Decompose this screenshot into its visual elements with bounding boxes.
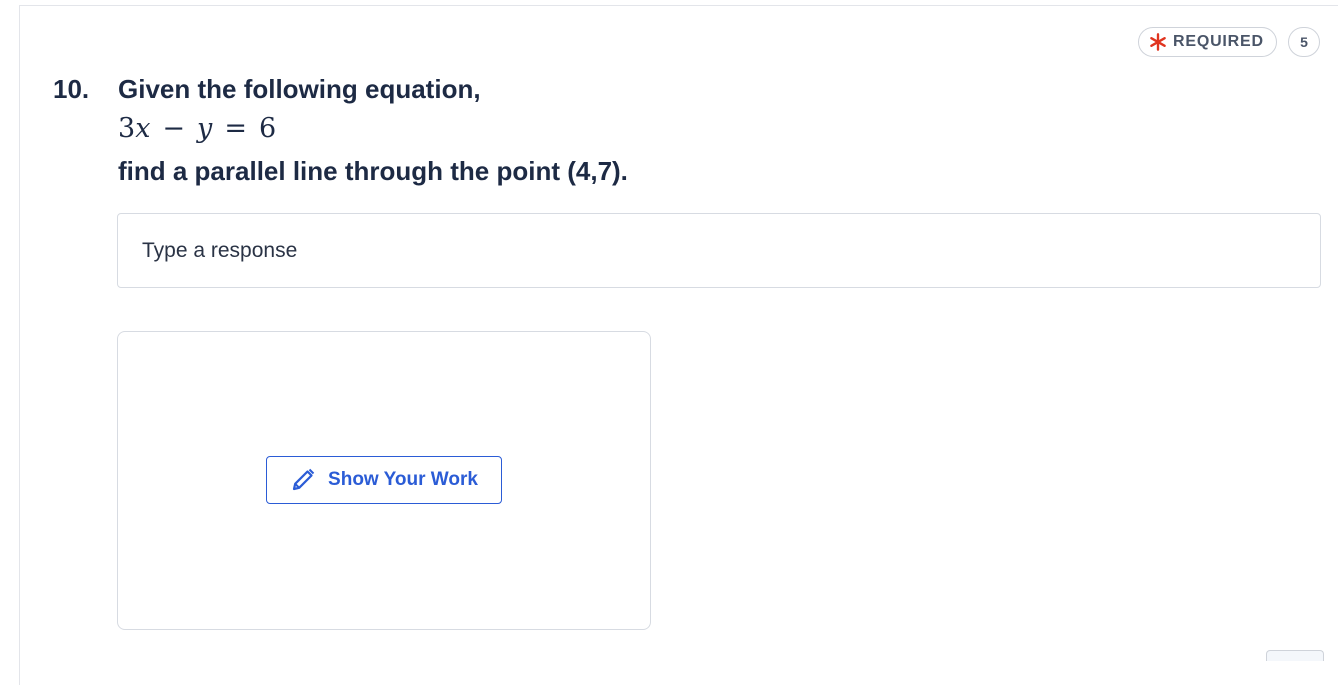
question-instruction: find a parallel line through the point (… [118,156,628,186]
equation-equals: = [224,113,247,144]
equation-variable-x: x [135,113,151,144]
points-badge: 5 [1288,27,1320,57]
required-label: REQUIRED [1173,33,1264,50]
question-number: 10. [53,74,90,104]
show-work-area: Show Your Work [117,331,651,630]
equation-rhs: 6 [258,113,277,144]
pencil-icon [292,468,315,491]
show-your-work-label: Show Your Work [328,469,478,490]
response-field[interactable] [117,213,1321,288]
required-badge: REQUIRED [1138,27,1277,57]
asterisk-icon [1150,33,1166,51]
show-your-work-button[interactable]: Show Your Work [266,456,502,504]
equation-coefficient: 3 [118,113,136,144]
question-prompt: Given the following equation, [118,74,481,104]
equation-variable-y: y [197,113,213,144]
question-equation: 3 x − y = 6 [118,113,276,144]
equation-minus: − [162,113,186,144]
response-input[interactable] [140,237,1298,264]
